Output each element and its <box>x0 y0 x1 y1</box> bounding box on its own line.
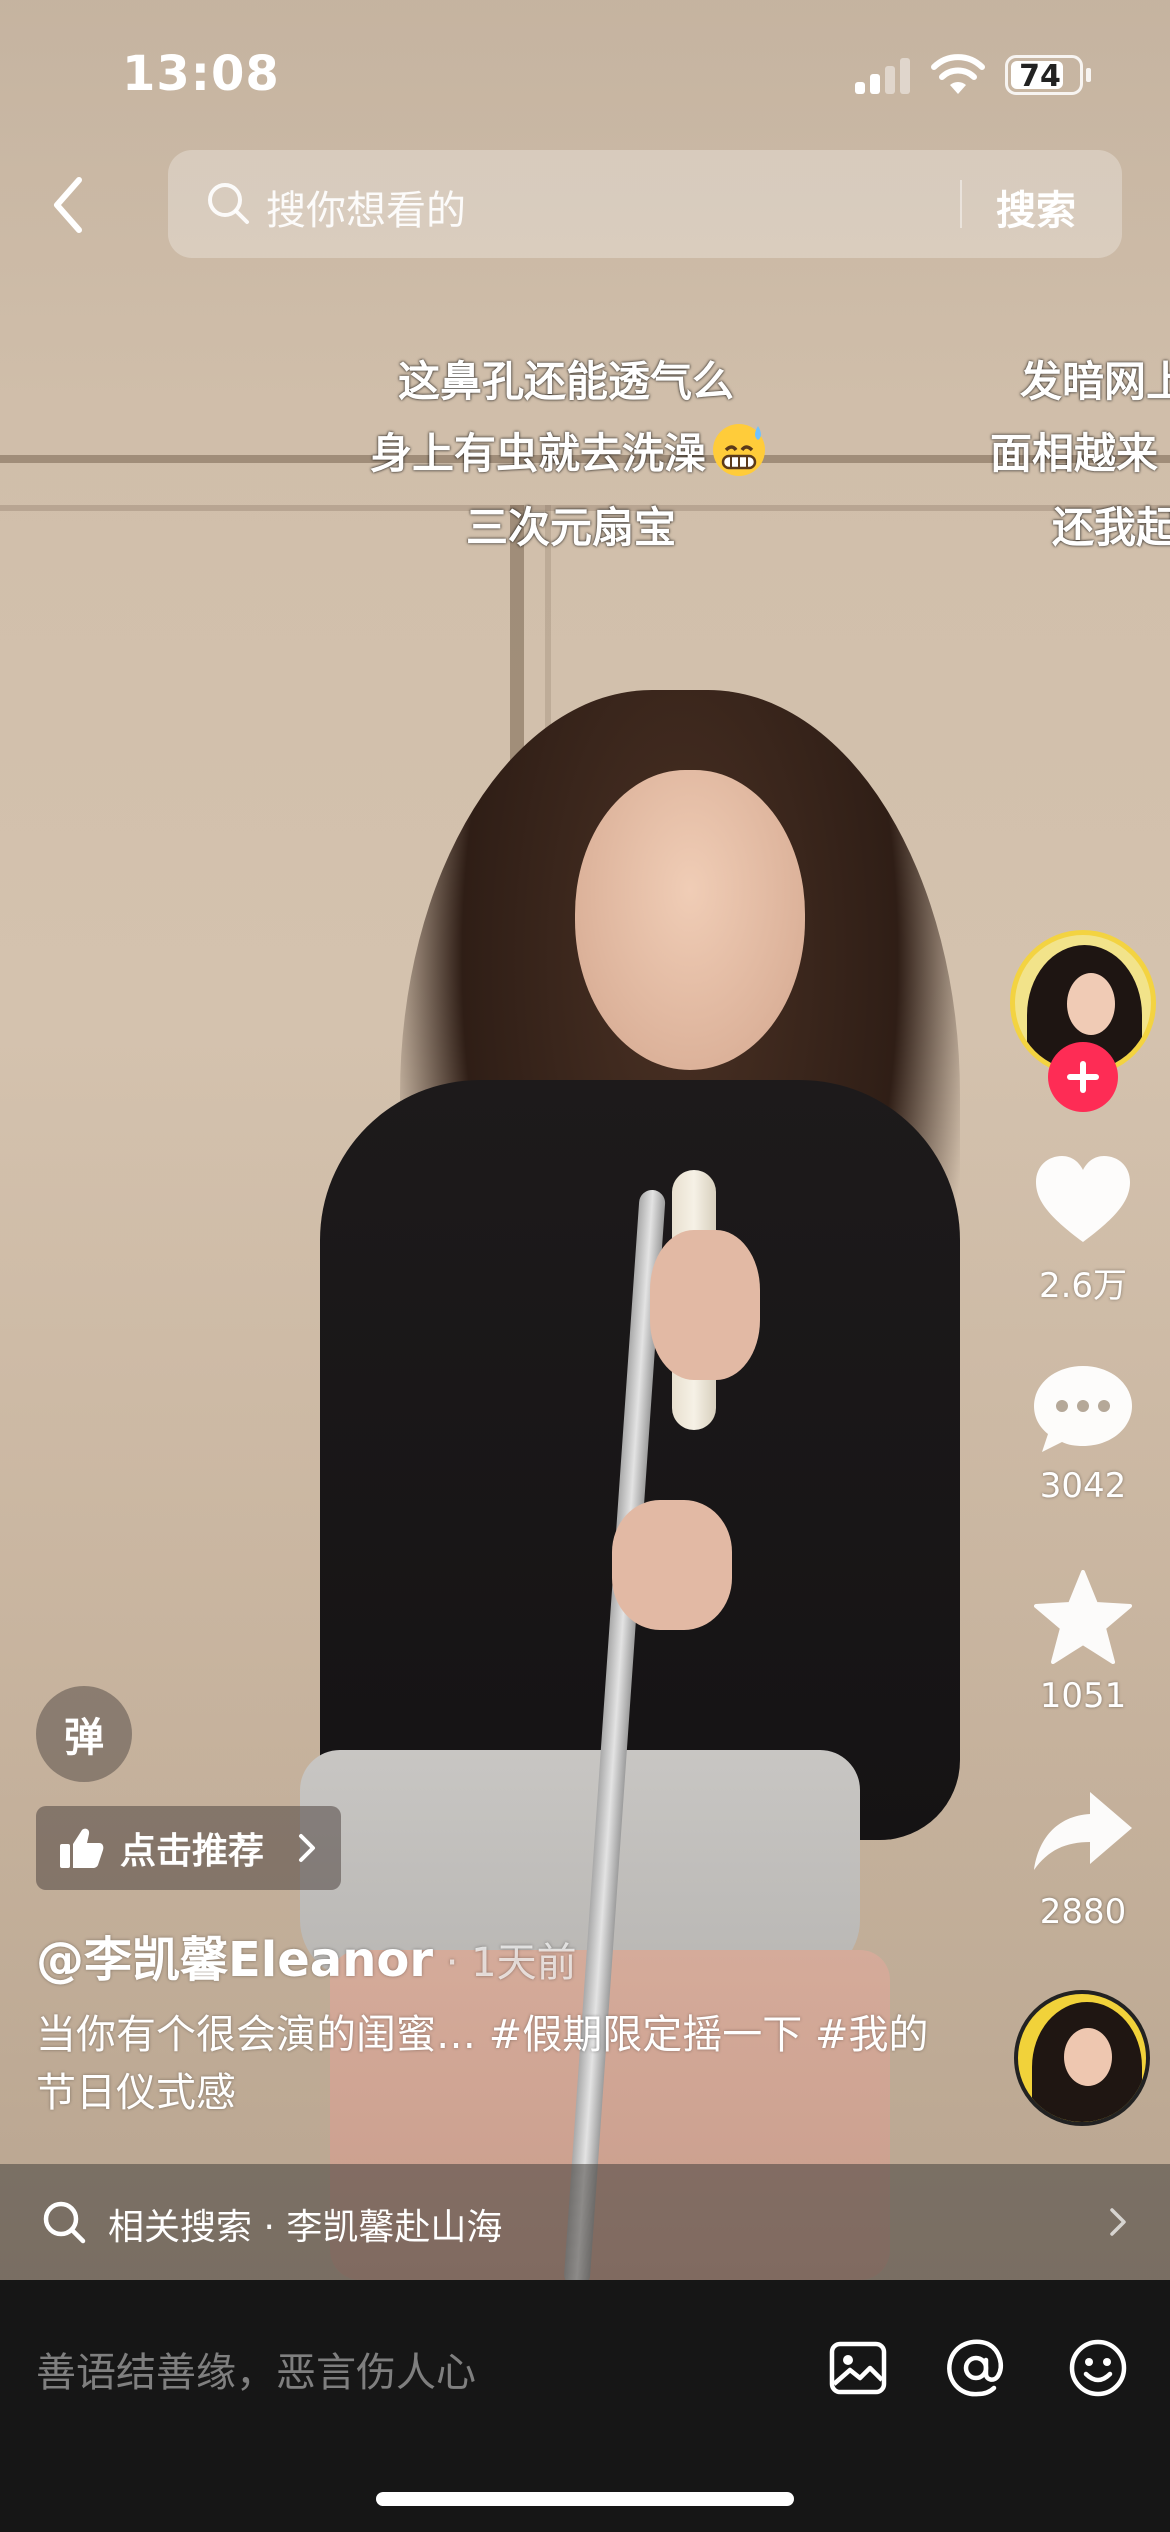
favorite-count: 1051 <box>1039 1676 1127 1716</box>
follow-button[interactable] <box>1048 1042 1118 1112</box>
danmaku-toggle-label: 弹 <box>64 1715 104 1761</box>
chevron-right-icon <box>299 1834 315 1862</box>
cellular-signal-icon <box>855 58 915 94</box>
danmaku-comment: 身上有虫就去洗澡 <box>370 420 770 481</box>
recommend-label: 点击推荐 <box>120 1831 265 1872</box>
danmaku-toggle-button[interactable]: 弹 <box>36 1686 132 1782</box>
music-disc[interactable] <box>1014 1990 1150 2126</box>
danmaku-comment: 发暗网上 <box>1020 357 1170 406</box>
chevron-right-icon <box>1110 2208 1126 2236</box>
heart-icon <box>1036 1156 1130 1242</box>
battery-nub <box>1086 68 1091 82</box>
danmaku-text: 身上有虫就去洗澡 <box>370 429 707 478</box>
danmaku-comment: 这鼻孔还能透气么 <box>398 357 735 406</box>
person-hand <box>612 1500 732 1630</box>
related-search-text: 相关搜索 · 李凯馨赴山海 <box>108 2207 503 2248</box>
comment-count: 3042 <box>1039 1466 1127 1506</box>
back-chevron-icon[interactable] <box>45 170 95 240</box>
comment-input[interactable]: 善语结善缘，恶言伤人心 <box>36 2340 476 2398</box>
emoji-icon[interactable] <box>1066 2336 1130 2400</box>
star-icon <box>1034 1570 1132 1664</box>
wifi-icon <box>931 54 985 94</box>
comment-bar: 善语结善缘，恶言伤人心 <box>0 2280 1170 2532</box>
thumbs-up-icon <box>60 1828 104 1868</box>
search-button[interactable]: 搜索 <box>996 178 1076 236</box>
search-icon <box>208 183 249 224</box>
danmaku-comment: 三次元扇宝 <box>466 503 677 552</box>
search-input[interactable]: 搜你想看的 <box>266 178 466 236</box>
search-icon <box>43 2201 86 2244</box>
grimacing-sweat-emoji-icon <box>708 420 770 478</box>
recommend-button[interactable]: 点击推荐 <box>36 1806 341 1890</box>
search-bar[interactable]: 搜你想看的 搜索 <box>168 150 1122 258</box>
danmaku-comment: 面相越来 <box>990 429 1159 478</box>
share-arrow-icon <box>1034 1792 1132 1870</box>
like-button[interactable]: 2.6万 <box>1028 1150 1138 1307</box>
image-icon[interactable] <box>826 2336 890 2400</box>
comment-bubble-icon <box>1034 1366 1132 1452</box>
like-count: 2.6万 <box>1038 1266 1128 1306</box>
video-caption[interactable]: 当你有个很会演的闺蜜… #假期限定摇一下 #我的节日仪式感 <box>36 2006 936 2122</box>
status-time: 13:08 <box>122 46 280 102</box>
person-face <box>575 770 805 1070</box>
comment-button[interactable]: 3042 <box>1028 1358 1138 1506</box>
share-button[interactable]: 2880 <box>1028 1784 1138 1932</box>
danmaku-comment: 还我起 <box>1052 503 1170 552</box>
battery-icon: 74 <box>1005 55 1083 95</box>
at-mention-icon[interactable] <box>944 2336 1008 2400</box>
person-hand <box>650 1230 760 1380</box>
author-name-line[interactable]: @李凯馨Eleanor · 1天前 <box>36 1920 577 1990</box>
status-bar: 13:08 74 <box>0 0 1170 140</box>
plus-icon <box>1067 1061 1099 1093</box>
share-count: 2880 <box>1039 1892 1127 1932</box>
author-name[interactable]: @李凯馨Eleanor <box>36 1932 433 1988</box>
battery-level: 74 <box>1019 59 1061 94</box>
post-time: · 1天前 <box>433 1940 577 1986</box>
home-indicator[interactable] <box>376 2492 794 2506</box>
search-divider <box>960 180 962 228</box>
related-search-bar[interactable]: 相关搜索 · 李凯馨赴山海 <box>0 2164 1170 2280</box>
favorite-button[interactable]: 1051 <box>1028 1568 1138 1716</box>
